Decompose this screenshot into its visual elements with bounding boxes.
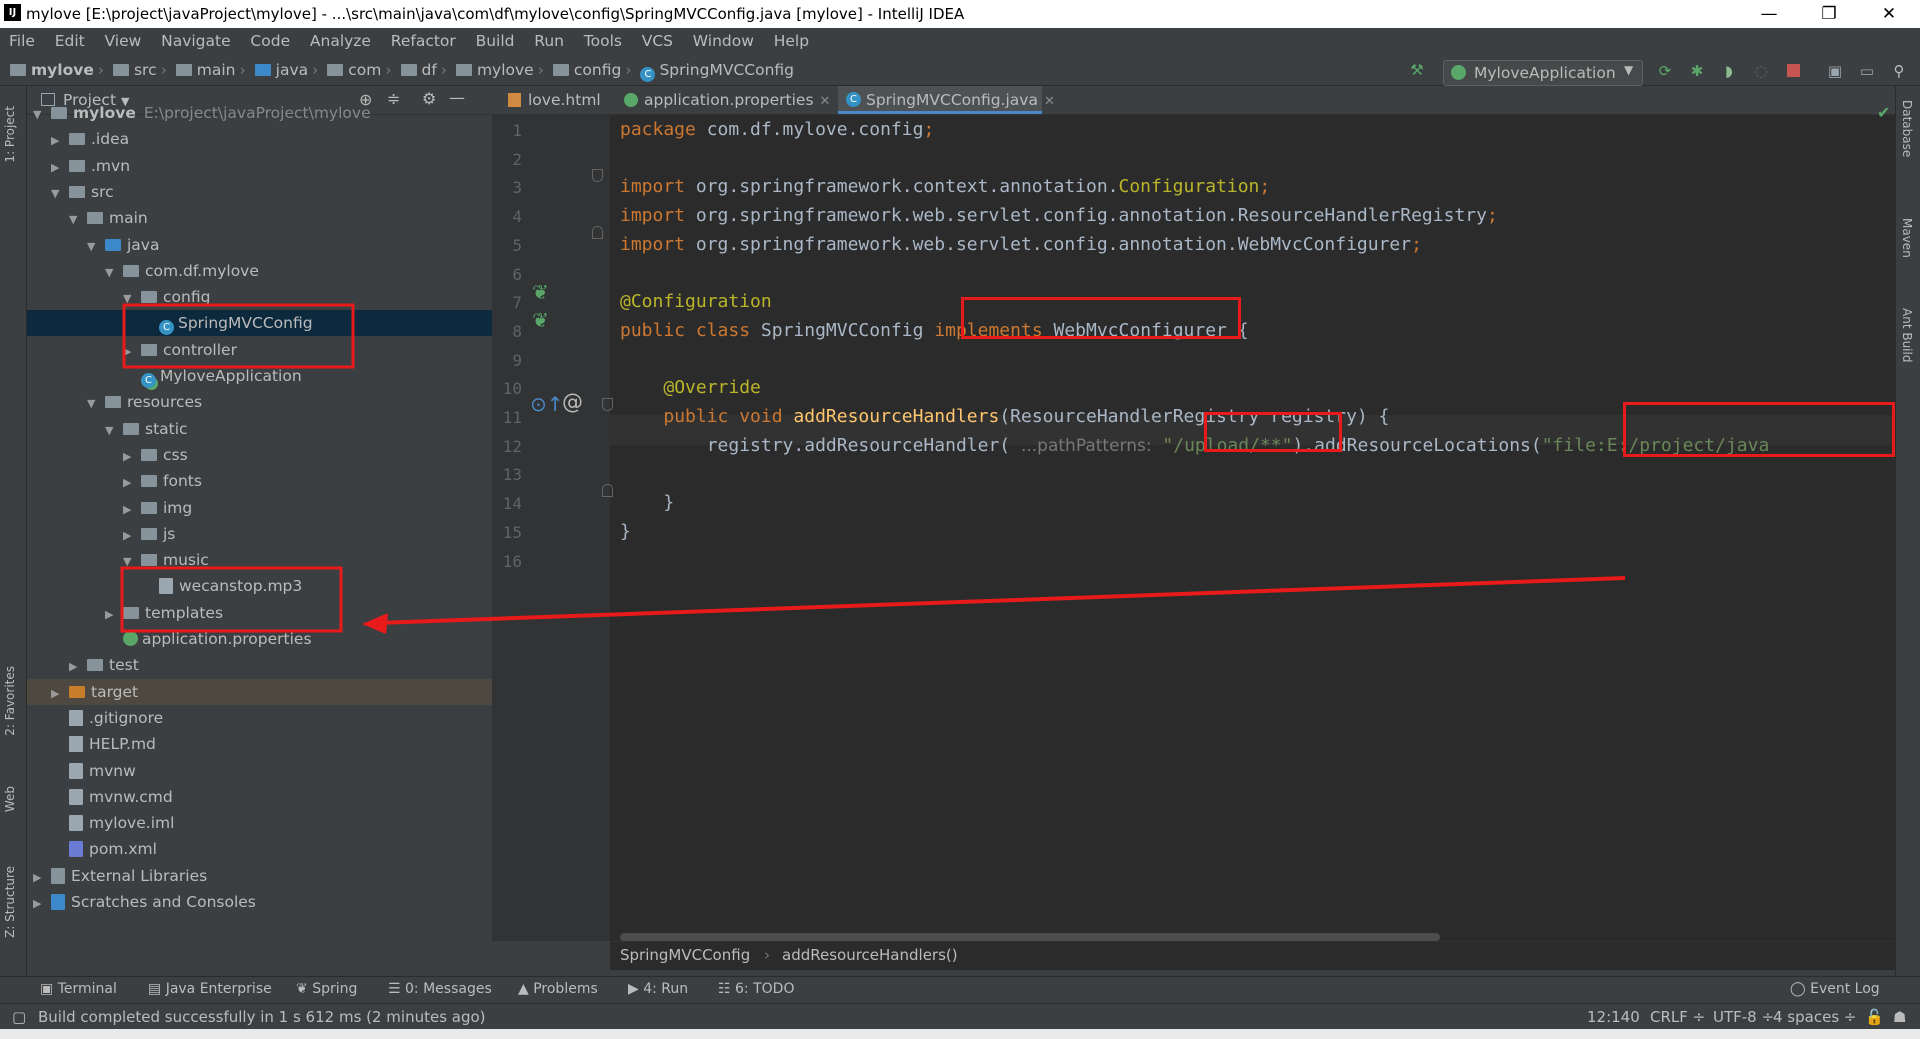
run-icon: ▶: [628, 981, 644, 997]
bottom-tool-tabs: ▣ Terminal ▤ Java Enterprise ❦ Spring ☰ …: [0, 976, 1920, 1004]
warning-icon: ▲: [518, 981, 534, 997]
tool-tab-todo[interactable]: ☷ 6: TODO: [718, 981, 794, 997]
indent-setting[interactable]: 4 spaces ÷: [1773, 1008, 1856, 1026]
tool-tab-run[interactable]: ▶ 4: Run: [628, 981, 688, 997]
event-log-icon: ◯: [1790, 981, 1811, 997]
tool-tab-messages[interactable]: ☰ 0: Messages: [388, 981, 492, 997]
tool-tab-event-log[interactable]: ◯ Event Log: [1790, 981, 1880, 997]
java-enterprise-icon: ▤: [148, 981, 166, 997]
highlight-config-box: [122, 303, 355, 369]
inspector-icon[interactable]: ☗: [1893, 1008, 1906, 1026]
highlight-music-box: [120, 566, 343, 633]
messages-icon: ☰: [388, 981, 406, 997]
lock-icon[interactable]: 🔓: [1865, 1008, 1884, 1026]
todo-icon: ☷: [718, 981, 736, 997]
status-toggle-icon[interactable]: ▢: [12, 1008, 26, 1026]
arrow-line: [377, 576, 1626, 625]
annotation-arrow: [120, 303, 1626, 634]
tool-tab-terminal[interactable]: ▣ Terminal: [40, 981, 117, 997]
tool-tab-java-enterprise[interactable]: ▤ Java Enterprise: [148, 981, 272, 997]
arrow-head: [362, 613, 388, 634]
taskbar-strip: [0, 1029, 1920, 1039]
status-bar: ▢ Build completed successfully in 1 s 61…: [0, 1003, 1920, 1030]
spring-icon: ❦: [296, 981, 313, 997]
tool-tab-problems[interactable]: ▲ Problems: [518, 981, 598, 997]
cursor-position[interactable]: 12:140: [1587, 1008, 1640, 1026]
terminal-icon: ▣: [40, 981, 58, 997]
status-message: Build completed successfully in 1 s 612 …: [38, 1008, 486, 1026]
line-separator[interactable]: CRLF ÷: [1650, 1008, 1705, 1026]
file-encoding[interactable]: UTF-8 ÷: [1713, 1008, 1774, 1026]
tool-tab-spring[interactable]: ❦ Spring: [296, 981, 357, 997]
